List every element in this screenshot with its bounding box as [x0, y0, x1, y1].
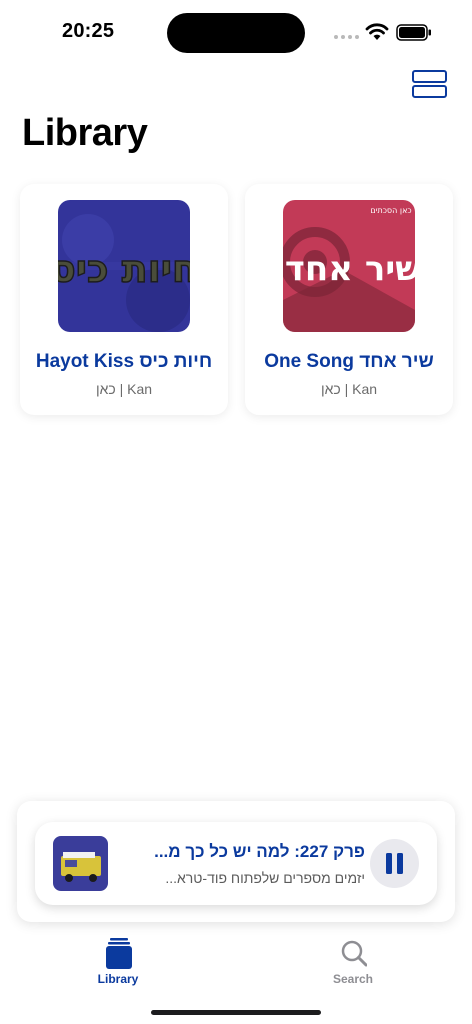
- artwork-title: חיות כיס: [58, 247, 190, 291]
- podcast-card-one-song[interactable]: כאן הסכתים שיר אחד One Song שיר אחד כאן …: [245, 184, 453, 415]
- home-indicator: [151, 1010, 321, 1015]
- podcast-artwork: חיות כיס: [58, 200, 190, 332]
- wifi-icon: [365, 23, 389, 40]
- podcast-publisher: כאן | Kan: [95, 381, 153, 397]
- tab-label: Search: [332, 972, 374, 986]
- artwork-title: שיר אחד: [285, 249, 415, 289]
- dynamic-island: [167, 13, 305, 53]
- library-icon: [106, 938, 132, 969]
- podcast-publisher: כאן | Kan: [320, 381, 378, 397]
- episode-artwork: [53, 836, 108, 891]
- status-time: 20:25: [62, 20, 115, 42]
- pause-icon: [386, 853, 392, 874]
- mini-player[interactable]: פרק 227: למה יש כל כך מ... יזמים מספרים …: [35, 822, 437, 905]
- page-title: Library: [22, 112, 148, 154]
- podcast-title: One Song שיר אחד: [264, 351, 434, 372]
- battery-icon: [396, 24, 431, 41]
- episode-subtitle: יזמים מספרים שלפתוח פוד-טרא...: [165, 870, 365, 886]
- search-icon: [341, 940, 367, 967]
- tab-library[interactable]: Library: [68, 936, 168, 988]
- pause-button[interactable]: [370, 839, 419, 888]
- tab-search[interactable]: Search: [303, 936, 403, 988]
- layout-toggle-button[interactable]: [412, 68, 447, 99]
- artwork-badge: כאן הסכתים: [370, 206, 411, 215]
- podcast-title: Hayot Kiss חיות כיס: [35, 351, 213, 372]
- tab-label: Library: [97, 972, 139, 986]
- episode-title: פרק 227: למה יש כל כך מ...: [154, 842, 365, 861]
- cellular-signal-icon: [334, 35, 360, 41]
- podcast-card-hayot-kiss[interactable]: חיות כיס Hayot Kiss חיות כיס כאן | Kan: [20, 184, 228, 415]
- podcast-artwork: כאן הסכתים שיר אחד: [283, 200, 415, 332]
